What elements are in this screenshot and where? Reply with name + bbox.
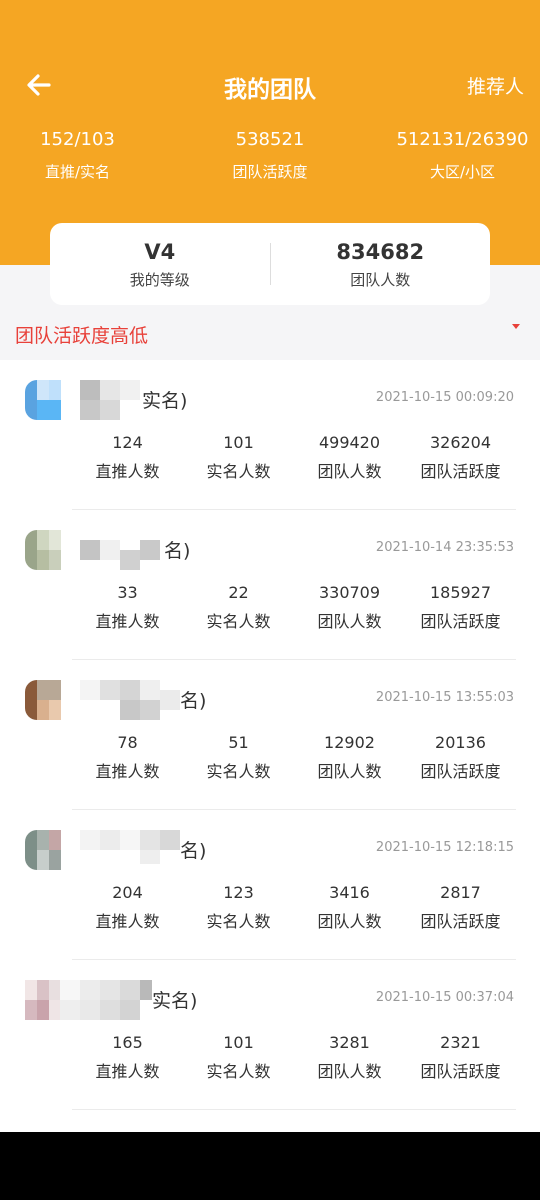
activity-label: 团队活跃度: [420, 912, 501, 931]
sort-dropdown[interactable]: 团队活跃度高低: [0, 315, 540, 359]
avatar: [25, 830, 61, 870]
member-row[interactable]: 名) 2021-10-14 23:35:53 33 直推人数 22 实名人数 330…: [0, 510, 540, 660]
activity-label: 团队活跃度: [420, 1062, 501, 1081]
join-time: 2021-10-15 12:18:15: [375, 840, 514, 855]
realname-count: 51: [228, 733, 249, 752]
member-row[interactable]: 实名) 2021-10-15 00:37:04 165 直推人数 101 实名人数 …: [0, 960, 540, 1110]
team-label: 团队人数: [317, 762, 382, 781]
realname-label: 实名人数: [206, 612, 271, 631]
team-label: 团队人数: [317, 462, 382, 481]
avatar: [25, 380, 61, 420]
team-label: 团队人数: [317, 1062, 382, 1081]
team-size-value: 834682: [336, 240, 425, 264]
activity-label: 团队活跃度: [420, 462, 501, 481]
header-stats: 152/103 直推/实名 538521 团队活跃度 512131/26390 …: [0, 128, 540, 182]
name-mosaic: [80, 830, 180, 870]
team-count: 499420: [318, 433, 381, 452]
member-stats: 124 直推人数 101 实名人数 499420 团队人数 326204 团队活跃度: [72, 432, 516, 482]
direct-count: 33: [117, 583, 138, 602]
team-size-label: 团队人数: [350, 271, 411, 289]
member-name: 名): [180, 840, 207, 862]
direct-count: 165: [112, 1033, 143, 1052]
direct-label: 直推人数: [95, 462, 160, 481]
avatar: [25, 980, 61, 1020]
join-time: 2021-10-15 00:37:04: [375, 990, 514, 1005]
stat-direct-realname: 152/103 直推/实名: [0, 128, 155, 182]
stat-value: 152/103: [40, 129, 115, 150]
realname-count: 101: [223, 433, 254, 452]
sort-label: 团队活跃度高低: [15, 325, 149, 347]
member-stats: 204 直推人数 123 实名人数 3416 团队人数 2817 团队活跃度: [72, 882, 516, 932]
direct-count: 78: [117, 733, 138, 752]
name-mosaic: [80, 380, 140, 420]
direct-count: 204: [112, 883, 143, 902]
avatar: [25, 530, 61, 570]
member-name: 名): [164, 540, 191, 562]
team-count: 330709: [318, 583, 381, 602]
referrer-button[interactable]: 推荐人: [467, 72, 524, 99]
activity-count: 185927: [429, 583, 492, 602]
direct-count: 124: [112, 433, 143, 452]
team-label: 团队人数: [317, 612, 382, 631]
stat-team-activity: 538521 团队活跃度: [155, 128, 385, 182]
summary-card: V4 我的等级 834682 团队人数: [50, 223, 490, 305]
team-label: 团队人数: [317, 912, 382, 931]
realname-label: 实名人数: [206, 1062, 271, 1081]
level-value: V4: [144, 240, 176, 264]
direct-label: 直推人数: [95, 762, 160, 781]
member-row[interactable]: 实名) 2021-10-15 00:09:20 124 直推人数 101 实名人数 …: [0, 360, 540, 510]
member-stats: 33 直推人数 22 实名人数 330709 团队人数 185927 团队活跃度: [72, 582, 516, 632]
page-title: 我的团队: [224, 77, 316, 103]
team-size-cell: 834682 团队人数: [271, 238, 491, 290]
stat-label: 团队活跃度: [232, 163, 308, 181]
name-mosaic: [80, 680, 180, 720]
join-time: 2021-10-15 00:09:20: [375, 390, 514, 405]
name-mosaic: [80, 530, 160, 570]
direct-label: 直推人数: [95, 1062, 160, 1081]
level-cell: V4 我的等级: [50, 238, 270, 290]
join-time: 2021-10-14 23:35:53: [375, 540, 514, 555]
stat-value: 538521: [235, 129, 305, 150]
activity-label: 团队活跃度: [420, 762, 501, 781]
team-count: 3416: [329, 883, 370, 902]
member-list: 实名) 2021-10-15 00:09:20 124 直推人数 101 实名人数 …: [0, 360, 540, 1132]
realname-count: 123: [223, 883, 254, 902]
member-name: 名): [180, 690, 207, 712]
member-row[interactable]: 名) 2021-10-15 12:18:15 204 直推人数 123 实名人数 3…: [0, 810, 540, 960]
stat-label: 直推/实名: [44, 163, 111, 181]
member-stats: 165 直推人数 101 实名人数 3281 团队人数 2321 团队活跃度: [72, 1032, 516, 1082]
activity-label: 团队活跃度: [420, 612, 501, 631]
realname-label: 实名人数: [206, 462, 271, 481]
team-count: 3281: [329, 1033, 370, 1052]
activity-count: 2321: [440, 1033, 481, 1052]
member-name: 实名): [142, 390, 188, 412]
activity-count: 326204: [429, 433, 492, 452]
system-nav-bar: [0, 1132, 540, 1200]
team-count: 12902: [324, 733, 375, 752]
activity-count: 2817: [440, 883, 481, 902]
realname-count: 101: [223, 1033, 254, 1052]
join-time: 2021-10-15 13:55:03: [375, 690, 514, 705]
level-label: 我的等级: [129, 271, 190, 289]
direct-label: 直推人数: [95, 912, 160, 931]
member-row[interactable]: 名) 2021-10-15 13:55:03 78 直推人数 51 实名人数 129…: [0, 660, 540, 810]
stat-big-small-area: 512131/26390 大区/小区: [385, 128, 540, 182]
caret-down-icon[interactable]: [512, 324, 520, 329]
avatar: [25, 680, 61, 720]
member-name: 实名): [152, 990, 198, 1012]
name-mosaic: [60, 980, 152, 1020]
stat-value: 512131/26390: [396, 129, 529, 150]
row-divider: [72, 1109, 516, 1110]
member-stats: 78 直推人数 51 实名人数 12902 团队人数 20136 团队活跃度: [72, 732, 516, 782]
stat-label: 大区/小区: [429, 163, 496, 181]
realname-count: 22: [228, 583, 249, 602]
direct-label: 直推人数: [95, 612, 160, 631]
realname-label: 实名人数: [206, 912, 271, 931]
realname-label: 实名人数: [206, 762, 271, 781]
activity-count: 20136: [435, 733, 486, 752]
